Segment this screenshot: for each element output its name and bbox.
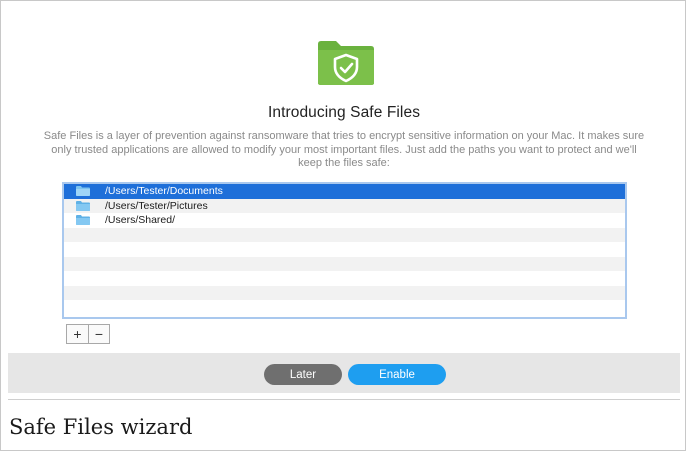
empty-row xyxy=(64,271,625,286)
shield-folder-icon xyxy=(318,41,374,85)
enable-button[interactable]: Enable xyxy=(348,364,446,385)
empty-row xyxy=(64,227,625,242)
protected-paths-list[interactable]: /Users/Tester/Documents /Users/Tester/Pi… xyxy=(62,182,627,319)
empty-row xyxy=(64,285,625,300)
empty-row xyxy=(64,242,625,257)
path-label: /Users/Tester/Pictures xyxy=(105,199,208,212)
later-button[interactable]: Later xyxy=(264,364,342,385)
remove-path-button[interactable]: − xyxy=(88,325,109,343)
list-item[interactable]: /Users/Shared/ xyxy=(64,213,625,228)
safe-files-dialog: Introducing Safe Files Safe Files is a l… xyxy=(8,9,680,393)
add-path-button[interactable]: + xyxy=(67,325,88,343)
path-label: /Users/Tester/Documents xyxy=(105,185,223,198)
empty-row xyxy=(64,256,625,271)
dialog-footer: Later Enable xyxy=(8,353,680,393)
caption-divider xyxy=(8,399,680,400)
list-item[interactable]: /Users/Tester/Documents xyxy=(64,184,625,199)
folder-icon xyxy=(76,215,90,226)
dialog-description: Safe Files is a layer of prevention agai… xyxy=(43,130,645,169)
list-edit-buttons: + − xyxy=(66,324,110,344)
list-item[interactable]: /Users/Tester/Pictures xyxy=(64,198,625,213)
dialog-title: Introducing Safe Files xyxy=(267,104,421,121)
folder-icon xyxy=(76,200,90,211)
screenshot-frame: Introducing Safe Files Safe Files is a l… xyxy=(0,0,686,451)
figure-caption: Safe Files wizard xyxy=(9,415,193,439)
folder-icon xyxy=(76,186,90,197)
path-label: /Users/Shared/ xyxy=(105,214,176,227)
empty-row xyxy=(64,300,625,315)
